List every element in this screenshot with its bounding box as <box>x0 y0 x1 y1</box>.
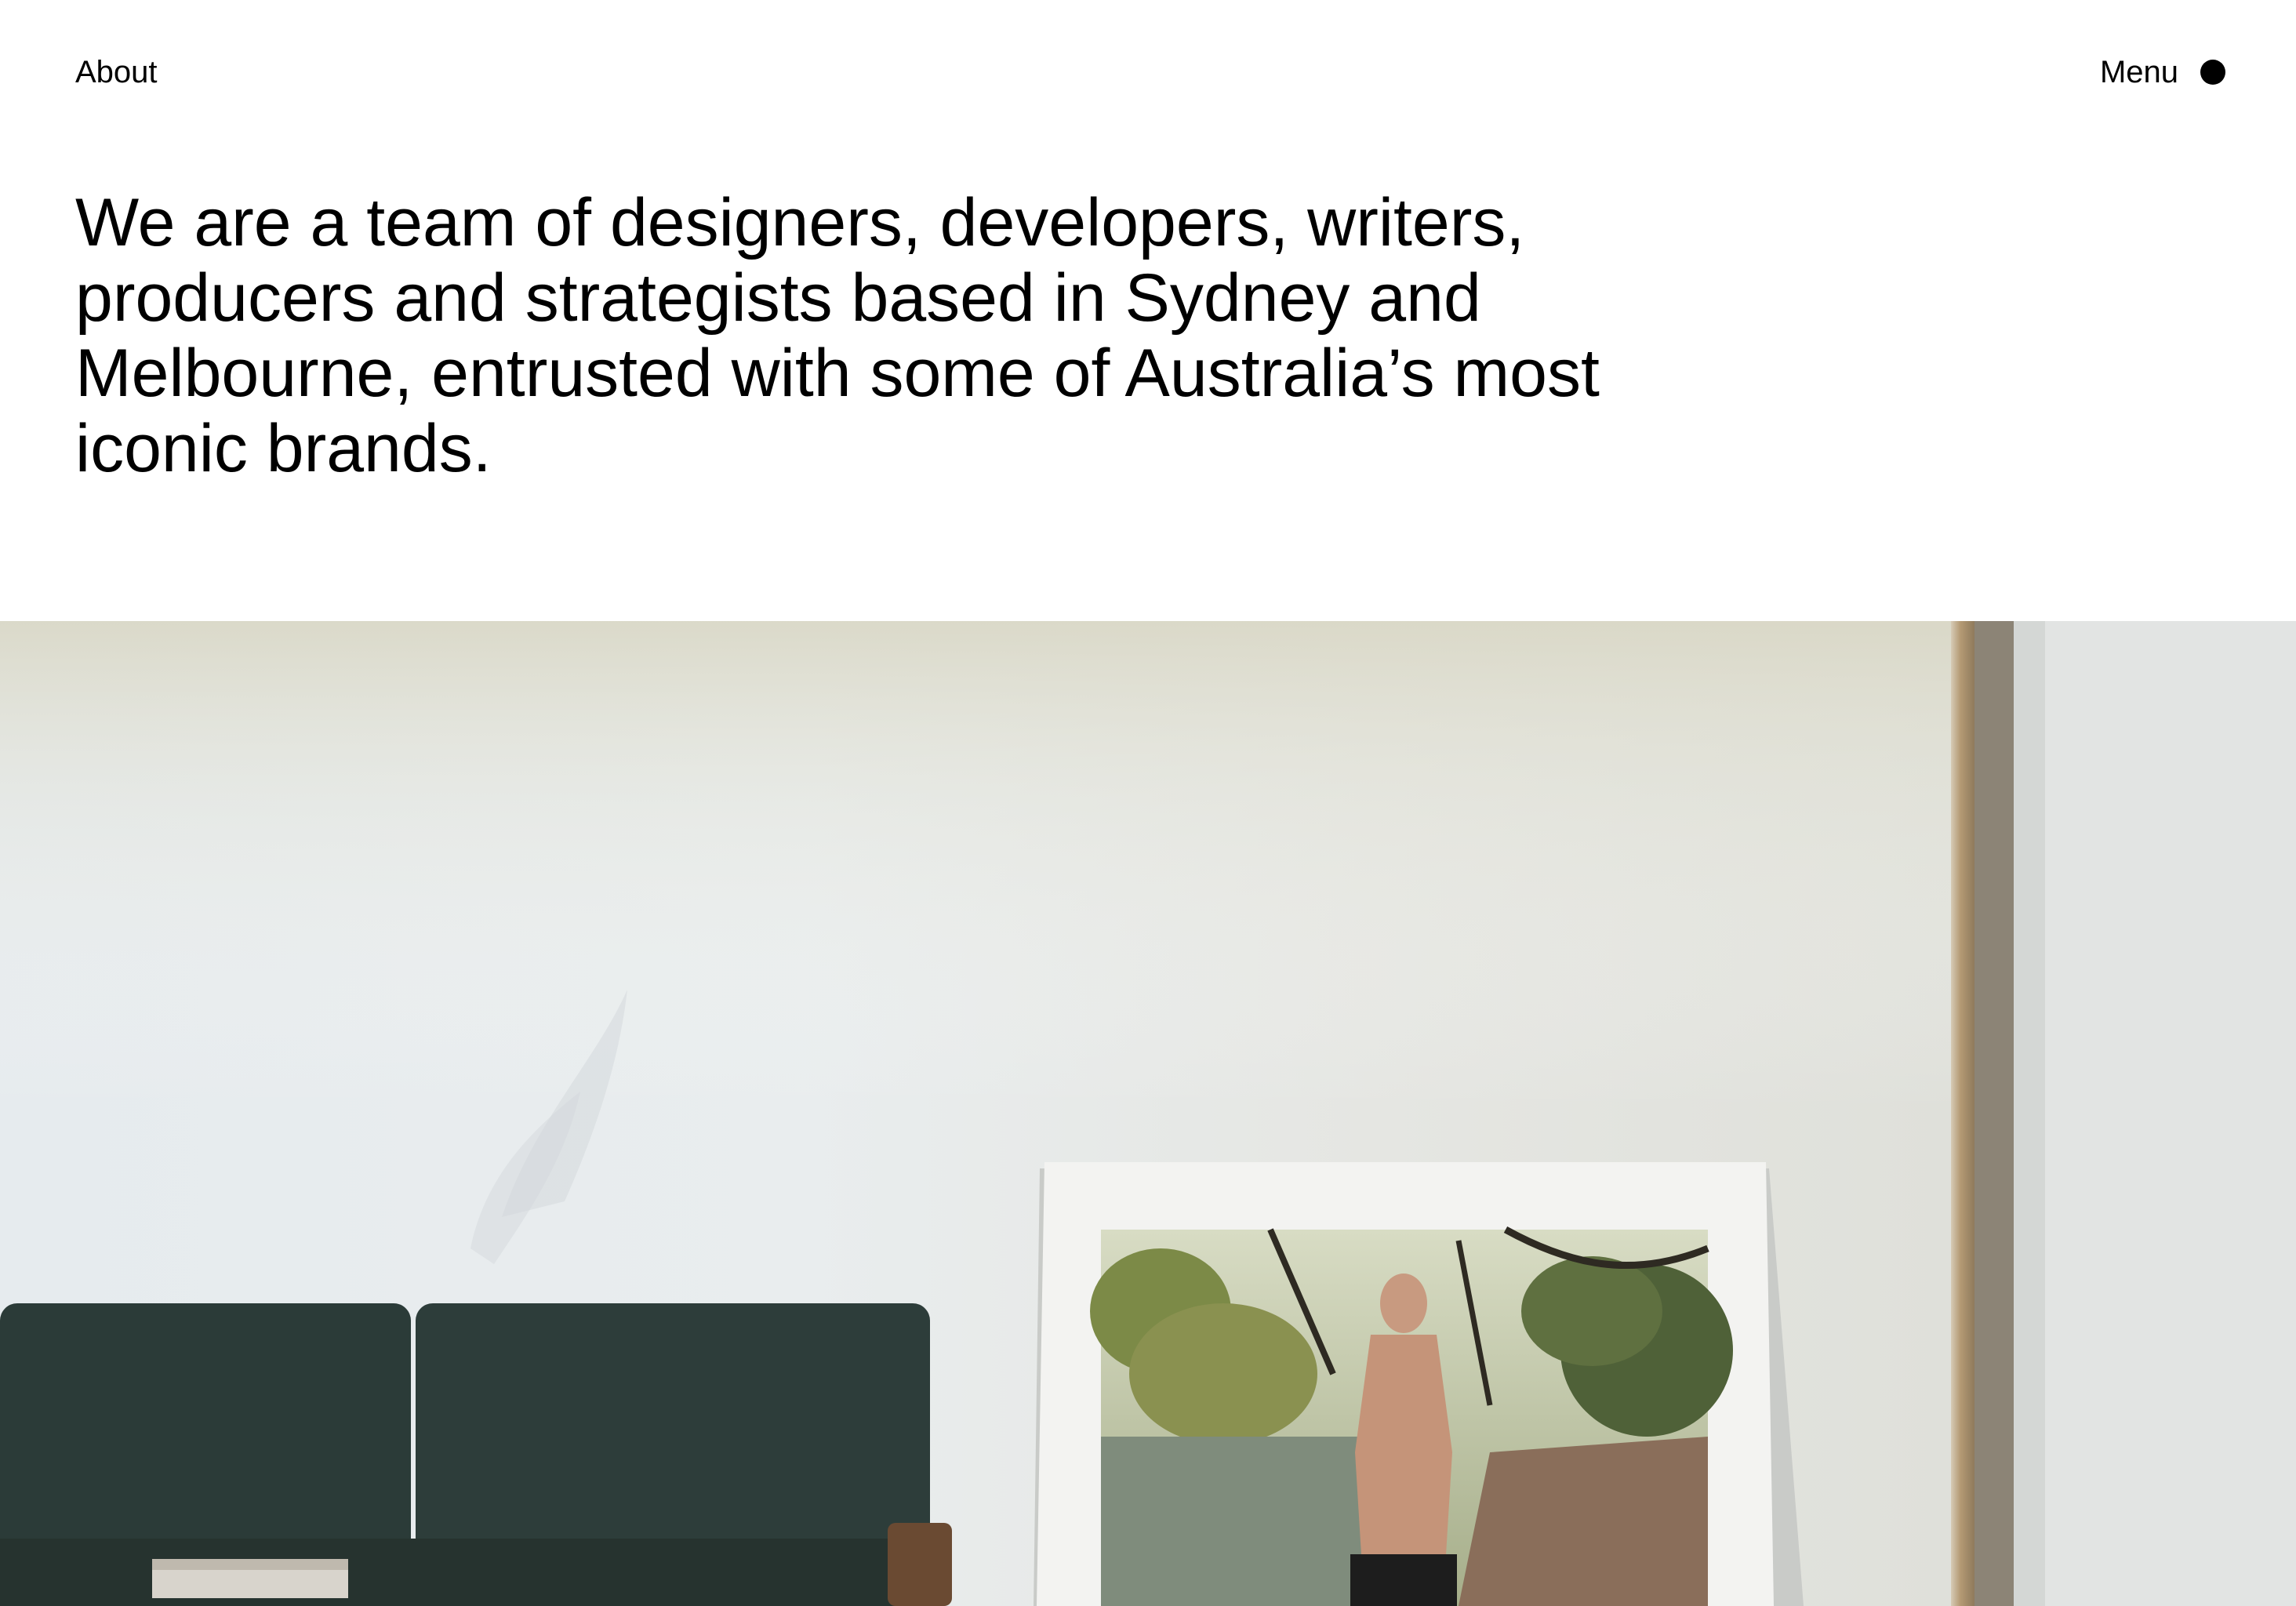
hero-image <box>0 621 2296 1606</box>
menu-button[interactable]: Menu <box>2100 52 2225 93</box>
page: About Menu We are a team of designers, d… <box>0 0 2296 1606</box>
intro-statement: We are a team of designers, developers, … <box>75 185 1600 486</box>
menu-label: Menu <box>2099 55 2178 89</box>
room-photo <box>0 621 2296 1606</box>
top-navigation: About Menu <box>0 0 2296 141</box>
about-link[interactable]: About <box>75 52 158 93</box>
filled-circle-icon <box>2200 60 2225 85</box>
